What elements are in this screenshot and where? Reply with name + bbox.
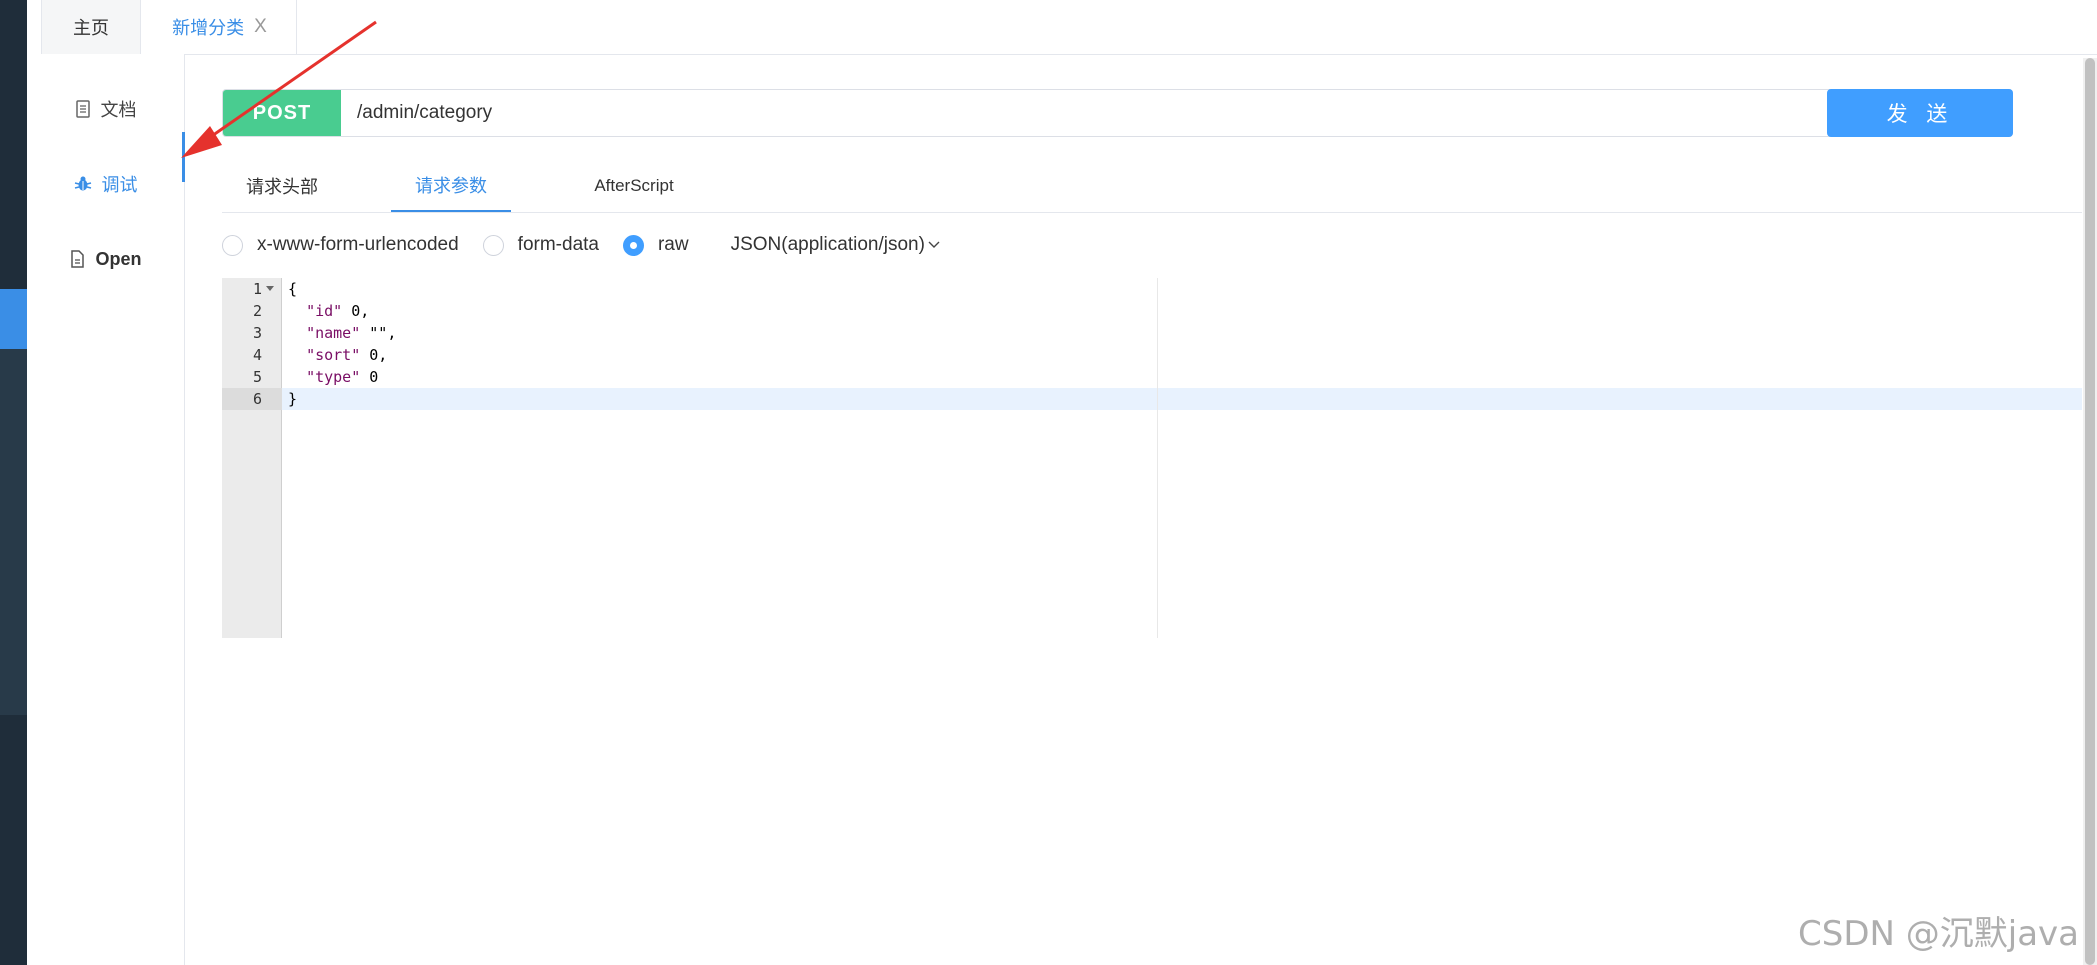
bug-icon xyxy=(74,175,92,193)
line-number: 3 xyxy=(252,324,262,342)
radio-circle-raw[interactable] xyxy=(622,234,644,256)
code-line: { xyxy=(288,280,298,298)
json-editor[interactable]: 1 2 3 4 5 6 { "id" 0, "name" "", "sort" … xyxy=(222,278,2082,638)
line-number: 1 xyxy=(252,280,262,298)
active-line-highlight xyxy=(282,388,2082,410)
code-line: "name" "", xyxy=(306,324,397,342)
tab-bar: 主页 新增分类 X xyxy=(27,0,2097,55)
radio-form-data-label: form-data xyxy=(517,234,599,255)
rail-panel xyxy=(0,349,27,715)
radio-urlencoded-label: x-www-form-urlencoded xyxy=(257,234,459,255)
nav-item-doc-label: 文档 xyxy=(100,100,137,120)
radio-form-data[interactable]: form-data xyxy=(482,234,599,256)
print-margin xyxy=(1157,278,1158,638)
inner-nav: 文档 调试 Open xyxy=(27,54,185,965)
nav-item-open[interactable]: Open xyxy=(27,234,184,284)
code-area[interactable]: { "id" 0, "name" "", "sort" 0, "type" 0 … xyxy=(282,278,2082,638)
scrollbar-thumb[interactable] xyxy=(2085,58,2095,965)
radio-circle-form-data[interactable] xyxy=(482,234,504,256)
code-line: "type" 0 xyxy=(306,368,379,386)
app-window: 主页 新增分类 X 文档 调试 Open POST /admin/categor… xyxy=(0,0,2097,965)
code-line: "id" 0, xyxy=(306,302,370,320)
tab-after-script[interactable]: AfterScript xyxy=(564,160,704,212)
app-side-rail xyxy=(0,0,27,965)
send-button[interactable]: 发 送 xyxy=(1827,89,2013,137)
editor-gutter: 1 2 3 4 5 6 xyxy=(222,278,282,638)
watermark: CSDN @沉默java xyxy=(1798,914,2079,954)
tab-add-category-label: 新增分类 xyxy=(172,18,245,38)
code-line: } xyxy=(288,390,298,408)
nav-item-debug-label: 调试 xyxy=(101,175,138,195)
body-type-selector: x-www-form-urlencoded form-data raw JSON… xyxy=(222,230,941,260)
url-bar: POST 发 送 xyxy=(222,89,2013,137)
method-badge[interactable]: POST xyxy=(223,90,341,136)
close-icon[interactable]: X xyxy=(254,16,267,38)
tab-home-label: 主页 xyxy=(73,18,109,38)
line-number: 4 xyxy=(252,346,262,364)
nav-item-open-label: Open xyxy=(95,248,142,269)
request-tabs: 请求头部 请求参数 AfterScript xyxy=(222,160,2082,213)
fold-arrow-icon[interactable] xyxy=(266,286,274,291)
line-number: 2 xyxy=(252,302,262,320)
nav-item-doc[interactable]: 文档 xyxy=(27,84,184,134)
chevron-down-icon xyxy=(927,240,941,250)
radio-raw-label: raw xyxy=(657,234,689,255)
rail-active-indicator[interactable] xyxy=(0,289,27,349)
nav-active-indicator xyxy=(182,132,185,182)
radio-raw[interactable]: raw xyxy=(622,234,689,256)
page-scrollbar[interactable] xyxy=(2083,58,2097,965)
content-type-label: JSON(application/json) xyxy=(730,234,925,255)
code-line: "sort" 0, xyxy=(306,346,388,364)
url-input[interactable] xyxy=(341,90,2012,136)
tab-add-category[interactable]: 新增分类 X xyxy=(143,0,297,54)
content-type-dropdown[interactable]: JSON(application/json) xyxy=(731,234,941,256)
radio-urlencoded[interactable]: x-www-form-urlencoded xyxy=(222,234,459,256)
file-icon xyxy=(69,250,85,268)
tab-request-headers[interactable]: 请求头部 xyxy=(222,160,342,212)
line-number: 5 xyxy=(252,368,262,386)
nav-item-debug[interactable]: 调试 xyxy=(27,159,184,209)
tab-home[interactable]: 主页 xyxy=(41,0,141,54)
line-number: 6 xyxy=(222,388,282,410)
radio-circle-urlencoded[interactable] xyxy=(222,234,243,256)
document-icon xyxy=(75,100,91,118)
tab-request-params[interactable]: 请求参数 xyxy=(391,160,511,212)
